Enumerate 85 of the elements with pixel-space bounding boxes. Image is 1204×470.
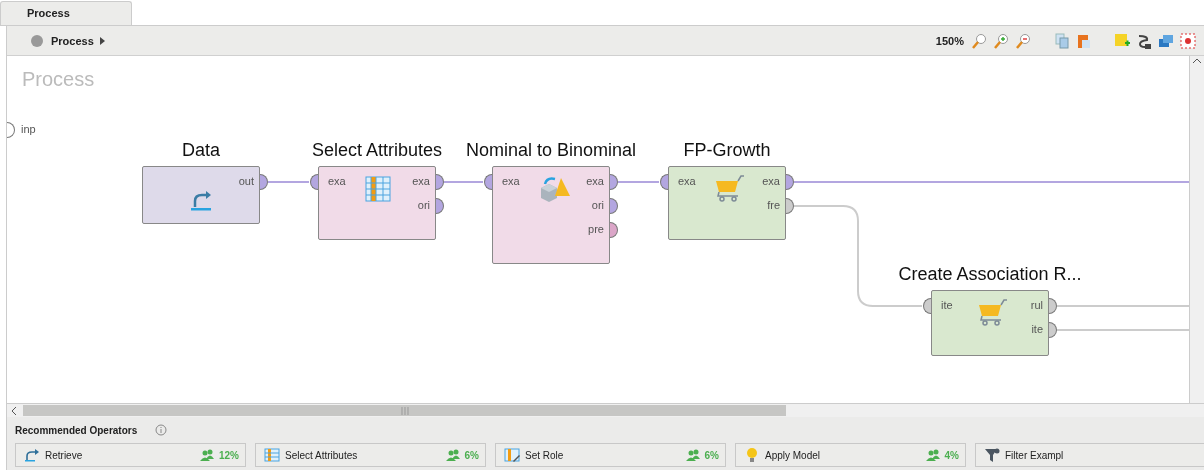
zoom-fit-icon[interactable] bbox=[972, 32, 988, 49]
operator-title: Select Attributes bbox=[311, 139, 443, 161]
shopping-cart-icon bbox=[713, 174, 745, 204]
operator-button[interactable]: Select Attributes 6% bbox=[255, 443, 486, 467]
paste-icon[interactable] bbox=[1076, 32, 1092, 49]
zoom-in-icon[interactable] bbox=[994, 32, 1010, 49]
port-label: exa bbox=[762, 175, 780, 187]
horizontal-scrollbar[interactable] bbox=[7, 403, 1204, 417]
curved-arrow-icon bbox=[24, 447, 40, 463]
input-port[interactable] bbox=[923, 298, 931, 314]
table-icon bbox=[363, 174, 393, 204]
fit-to-view-icon[interactable] bbox=[1180, 32, 1196, 49]
operator-node[interactable]: exa exa ori bbox=[318, 166, 436, 240]
funnel-icon bbox=[984, 447, 1000, 463]
add-note-icon[interactable] bbox=[1114, 32, 1130, 49]
output-port[interactable] bbox=[260, 174, 268, 190]
vertical-scrollbar[interactable] bbox=[1189, 56, 1204, 403]
users-icon bbox=[445, 449, 460, 461]
shopping-cart-icon bbox=[976, 298, 1008, 328]
light-bulb-icon bbox=[744, 447, 760, 463]
port-label: ori bbox=[417, 199, 430, 211]
usage-share: 12% bbox=[200, 449, 239, 461]
port-label: exa bbox=[678, 175, 696, 187]
connection-line bbox=[267, 181, 310, 183]
port-label: pre bbox=[588, 223, 604, 235]
port-label: inp bbox=[21, 123, 36, 135]
input-port[interactable] bbox=[7, 122, 15, 138]
scroll-up-icon[interactable] bbox=[1192, 56, 1202, 66]
process-icon[interactable] bbox=[29, 32, 45, 49]
output-port[interactable] bbox=[1049, 322, 1057, 338]
operator-title: Create Association R... bbox=[898, 263, 1082, 285]
process-tab[interactable]: Process bbox=[0, 1, 132, 25]
canvas-title: Process bbox=[22, 68, 95, 91]
operator-node[interactable]: exa exa ori pre bbox=[492, 166, 610, 264]
input-port[interactable] bbox=[660, 174, 668, 190]
port-label: exa bbox=[586, 175, 604, 187]
input-port[interactable] bbox=[484, 174, 492, 190]
users-icon bbox=[200, 449, 214, 461]
port-label: ite bbox=[941, 299, 953, 311]
input-port[interactable] bbox=[310, 174, 318, 190]
operator-button[interactable]: Set Role 6% bbox=[495, 443, 726, 467]
port-label: fre bbox=[767, 199, 780, 211]
output-port[interactable] bbox=[610, 174, 618, 190]
caret-icon[interactable] bbox=[99, 36, 106, 45]
port-label: exa bbox=[328, 175, 346, 187]
operator-button[interactable]: Filter Exampl bbox=[975, 443, 1204, 467]
operator-button[interactable]: Retrieve 12% bbox=[15, 443, 246, 467]
plug-icon[interactable] bbox=[1136, 32, 1152, 49]
output-port[interactable] bbox=[610, 198, 618, 214]
port-label: ite bbox=[1031, 323, 1043, 335]
users-icon bbox=[925, 449, 940, 461]
operator-button[interactable]: Apply Model 4% bbox=[735, 443, 966, 467]
operator-node[interactable]: ite rul ite bbox=[931, 290, 1049, 356]
output-port[interactable] bbox=[1049, 298, 1057, 314]
table-edit-icon bbox=[504, 447, 520, 463]
output-port[interactable] bbox=[786, 198, 794, 214]
zoom-out-icon[interactable] bbox=[1016, 32, 1032, 49]
operator-node[interactable]: out bbox=[142, 166, 260, 224]
usage-share: 4% bbox=[925, 449, 959, 461]
port-label: exa bbox=[412, 175, 430, 187]
users-icon bbox=[685, 449, 700, 461]
grip-icon bbox=[400, 406, 409, 415]
usage-share: 6% bbox=[445, 449, 479, 461]
operator-node[interactable]: exa exa fre bbox=[668, 166, 786, 240]
connection-line bbox=[617, 181, 660, 183]
port-label: ori bbox=[591, 199, 604, 211]
zoom-level: 150% bbox=[935, 34, 964, 47]
scrollbar-thumb[interactable] bbox=[23, 405, 786, 416]
info-icon[interactable] bbox=[155, 424, 168, 436]
table-icon bbox=[264, 447, 280, 463]
connection-line bbox=[443, 181, 484, 183]
panel-title: Recommended Operators bbox=[15, 424, 138, 436]
usage-share: 6% bbox=[685, 449, 719, 461]
layers-icon[interactable] bbox=[1158, 32, 1174, 49]
operator-title: Data bbox=[182, 139, 220, 161]
port-label: rul bbox=[1030, 299, 1043, 311]
output-port[interactable] bbox=[436, 198, 444, 214]
port-label: exa bbox=[502, 175, 520, 187]
breadcrumb-link[interactable]: Process bbox=[51, 34, 94, 47]
operator-title: Nominal to Binominal bbox=[465, 139, 637, 161]
operator-title: FP-Growth bbox=[683, 139, 771, 161]
output-port[interactable] bbox=[436, 174, 444, 190]
port-label: out bbox=[238, 175, 254, 187]
output-port[interactable] bbox=[786, 174, 794, 190]
output-port[interactable] bbox=[610, 222, 618, 238]
